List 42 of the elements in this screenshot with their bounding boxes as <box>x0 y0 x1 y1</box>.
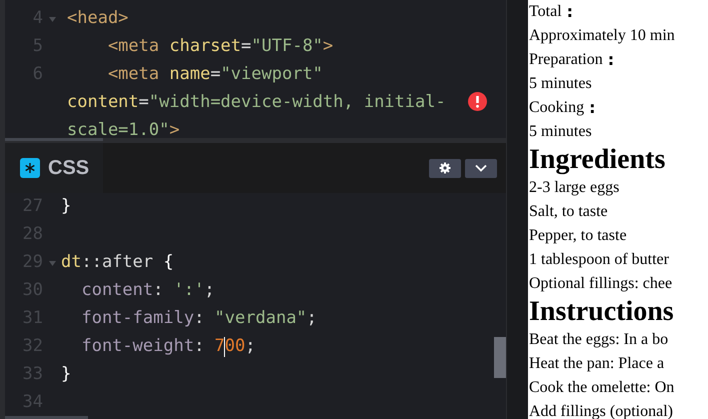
code-line: <meta name="viewport" <box>106 63 323 86</box>
list-text: Optional fillings: chee <box>529 274 674 294</box>
collapse-button[interactable] <box>465 158 497 178</box>
code-line: <meta charset="UTF-8"> <box>106 35 334 58</box>
section-heading: Instructions <box>529 296 675 328</box>
code-line: scale=1.0"> <box>66 119 180 142</box>
term-value: 5 minutes <box>529 74 593 94</box>
code-line: <head> <box>66 7 128 30</box>
scrollbar-thumb[interactable] <box>494 337 506 378</box>
code-line: } <box>60 195 72 218</box>
list-text: Salt, to taste <box>529 202 609 222</box>
term-label: Preparation <box>529 50 603 70</box>
colon-mark: : <box>566 1 574 23</box>
fold-icon[interactable] <box>49 260 56 266</box>
term-label: Total <box>529 2 562 22</box>
panel-title: CSS <box>48 156 90 181</box>
splitter-bar[interactable] <box>506 0 528 419</box>
list-text: Heat the pan: Place a <box>529 354 666 374</box>
code-line: content="width=device-width, initial- <box>66 91 446 114</box>
list-text: 2-3 large eggs <box>529 178 620 198</box>
code-line: font-family: "verdana"; <box>80 307 317 330</box>
code-line: font-weight: 700; <box>80 335 256 359</box>
fold-icon[interactable] <box>49 16 56 22</box>
term-value: Approximately 10 min <box>529 26 676 46</box>
code-line: } <box>60 363 72 386</box>
list-text: Pepper, to taste <box>529 226 628 246</box>
list-text: Cook the omelette: On <box>529 378 676 398</box>
list-text: Beat the eggs: In a bo <box>529 330 670 350</box>
code-line: dt::after { <box>60 251 174 274</box>
chevron-down-icon <box>475 164 487 172</box>
term-value: 5 minutes <box>529 122 593 142</box>
term-label: Cooking <box>529 98 584 118</box>
section-heading: Ingredients <box>529 144 666 176</box>
settings-icon <box>439 162 451 174</box>
list-text: 1 tablespoon of butter <box>529 250 670 270</box>
scrollbar-thumb[interactable] <box>5 416 88 419</box>
code-line: content: ':'; <box>80 279 215 302</box>
colon-mark: : <box>589 97 596 119</box>
settings-button[interactable] <box>429 158 461 178</box>
asterisk-icon <box>20 158 40 178</box>
colon-mark: : <box>608 49 614 71</box>
error-icon[interactable] <box>468 92 487 111</box>
